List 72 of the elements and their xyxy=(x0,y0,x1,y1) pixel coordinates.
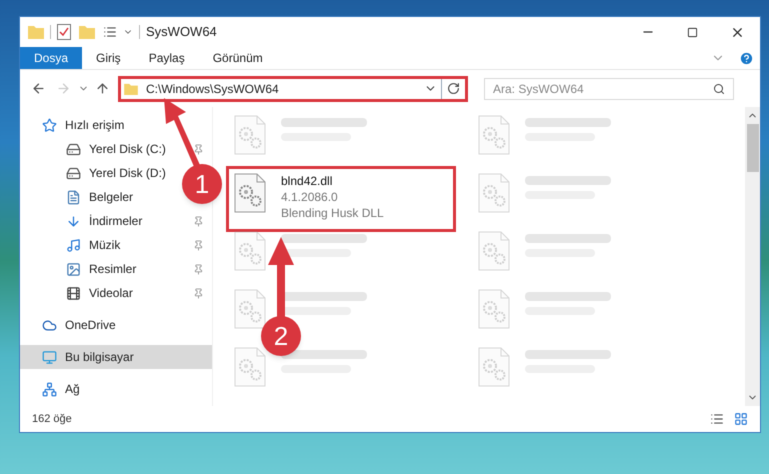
nav-label: Bu bilgisayar xyxy=(65,349,134,366)
nav-label: OneDrive xyxy=(65,317,116,334)
search-field[interactable]: Ara: SysWOW64 xyxy=(484,78,734,100)
down-arrow-icon xyxy=(66,214,81,228)
nav-label: Ağ xyxy=(65,381,80,398)
file-version: 4.1.2086.0 xyxy=(281,189,339,205)
file-description: Blending Husk DLL xyxy=(281,205,384,221)
search-icon xyxy=(713,82,725,94)
drive-icon xyxy=(66,142,81,156)
properties-icon xyxy=(57,24,71,40)
search-placeholder: Ara: SysWOW64 xyxy=(493,80,585,98)
window-title: SysWOW64 xyxy=(146,23,217,42)
nav-item[interactable]: Belgeler xyxy=(66,188,134,206)
scrollbar[interactable] xyxy=(745,107,760,406)
nav-label: Belgeler xyxy=(89,189,134,206)
settings-file-icon xyxy=(233,115,267,155)
settings-file-icon xyxy=(477,115,511,155)
nav-item[interactable]: Müzik xyxy=(66,236,120,254)
ribbon-tab[interactable]: Görünüm xyxy=(198,47,277,69)
ribbon-tab[interactable]: Dosya xyxy=(20,47,82,69)
folder-icon xyxy=(28,25,44,39)
back-icon[interactable] xyxy=(31,81,46,96)
document-icon xyxy=(66,190,81,204)
settings-file-icon xyxy=(477,173,511,213)
details-view-icon[interactable] xyxy=(710,412,724,426)
nav-item[interactable]: Resimler xyxy=(66,260,136,278)
file-name: blnd42.dll xyxy=(281,173,334,189)
ribbon-tab[interactable]: Giriş xyxy=(82,47,135,69)
nav-label: İndirmeler xyxy=(89,213,142,230)
file-tile[interactable]: blnd42.dll 4.1.2086.0 Blending Husk DLL xyxy=(229,169,453,229)
folder-icon xyxy=(79,25,95,39)
nav-label: Yerel Disk (C:) xyxy=(89,141,166,158)
nav-item[interactable]: İndirmeler xyxy=(66,212,142,230)
nav-item[interactable]: Hızlı erişim xyxy=(42,116,124,134)
nav-label: Resimler xyxy=(89,261,136,278)
settings-file-icon xyxy=(477,289,511,329)
settings-file-icon xyxy=(233,289,267,329)
ribbon-tab[interactable]: Paylaş xyxy=(134,47,199,69)
settings-file-icon xyxy=(233,231,267,271)
nav-label: Müzik xyxy=(89,237,120,254)
nav-item[interactable]: Videolar xyxy=(66,284,133,302)
nav-item[interactable]: Yerel Disk (D:) xyxy=(66,164,166,182)
film-icon xyxy=(66,286,81,300)
cloud-icon xyxy=(42,318,57,332)
nav-label: Hızlı erişim xyxy=(65,117,124,134)
network-icon xyxy=(42,382,57,396)
star-icon xyxy=(42,118,57,132)
tiles-view-icon[interactable] xyxy=(734,412,748,426)
nav-item[interactable]: OneDrive xyxy=(42,316,116,334)
folder-icon xyxy=(124,82,138,94)
address-field[interactable]: C:\Windows\SysWOW64 xyxy=(118,76,468,102)
item-count: 162 öğe xyxy=(32,412,73,427)
drive-icon xyxy=(66,166,81,180)
nav-item[interactable]: Yerel Disk (C:) xyxy=(66,140,166,158)
nav-label: Videolar xyxy=(89,285,133,302)
nav-item[interactable]: Bu bilgisayar xyxy=(42,348,134,366)
maximize-icon[interactable] xyxy=(687,26,698,38)
monitor-icon xyxy=(42,350,57,364)
settings-file-icon xyxy=(233,173,267,213)
help-icon[interactable] xyxy=(739,50,754,66)
settings-file-icon xyxy=(477,231,511,271)
refresh-icon[interactable] xyxy=(447,82,460,95)
nav-label: Yerel Disk (D:) xyxy=(89,165,166,182)
up-icon[interactable] xyxy=(95,81,110,96)
settings-file-icon xyxy=(477,347,511,387)
layout-icon[interactable] xyxy=(103,25,117,39)
music-note-icon xyxy=(66,238,81,252)
nav-item[interactable]: Ağ xyxy=(42,380,80,398)
scroll-thumb[interactable] xyxy=(746,124,758,172)
picture-icon xyxy=(66,262,81,276)
settings-file-icon xyxy=(233,347,267,387)
address-path: C:\Windows\SysWOW64 xyxy=(146,80,280,98)
